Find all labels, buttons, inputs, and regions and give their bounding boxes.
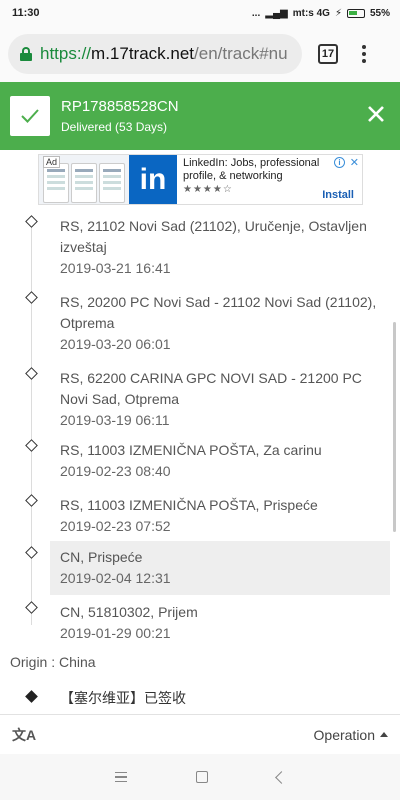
url-host: m.17track.net: [91, 44, 195, 63]
delivery-status: Delivered (53 Days): [61, 120, 168, 134]
timeline-marker-icon: [25, 367, 38, 380]
tracking-number: RP178858528CN: [61, 98, 179, 115]
close-icon[interactable]: [368, 105, 384, 127]
clock: 11:30: [12, 7, 40, 19]
carrier-label: mt:s 4G: [292, 7, 330, 19]
event-date: 2019-03-20 06:01: [60, 336, 171, 352]
origin-event-description: 【塞尔维亚】已签收: [60, 691, 186, 707]
url-path: /en/track#nu: [194, 44, 288, 63]
back-icon[interactable]: [274, 770, 288, 784]
timeline-marker-icon: [25, 546, 38, 559]
tracking-event: RS, 21102 Novi Sad (21102), Uručenje, Os…: [50, 210, 390, 285]
notification-dots: ...: [251, 7, 261, 19]
url-scheme: https://: [40, 44, 92, 63]
timeline-marker-icon: [25, 601, 38, 614]
timeline-marker-icon: [25, 494, 38, 507]
operation-button[interactable]: Operation: [314, 727, 388, 743]
event-date: 2019-02-23 08:40: [60, 463, 171, 479]
page-scrollbar[interactable]: [393, 322, 396, 532]
signal-icon: ▂▄▆: [265, 7, 288, 19]
timeline-line: [31, 220, 32, 625]
linkedin-logo-icon: in: [129, 155, 177, 204]
event-description: RS, 21102 Novi Sad (21102), Uručenje, Os…: [60, 218, 367, 255]
timeline-marker-filled-icon: [25, 690, 38, 703]
ad-label: Ad: [43, 156, 61, 168]
recents-menu-icon[interactable]: [114, 771, 127, 783]
origin-label: Origin : China: [10, 654, 96, 670]
address-bar[interactable]: https:// m.17track.net /en/track#nu: [8, 34, 302, 74]
browser-menu-icon[interactable]: [356, 45, 372, 63]
tracking-event: RS, 11003 IZMENIČNA POŠTA, Za carinu 201…: [50, 434, 390, 488]
lock-icon: [20, 47, 32, 61]
event-description: CN, 51810302, Prijem: [60, 604, 198, 620]
browser-toolbar: https:// m.17track.net /en/track#nu 17: [0, 26, 400, 82]
event-date: 2019-02-04 12:31: [60, 570, 171, 586]
tracking-event: RS, 20200 PC Novi Sad - 21102 Novi Sad (…: [50, 286, 390, 361]
ad-title: LinkedIn: Jobs, professional profile, & …: [183, 157, 320, 182]
event-description: RS, 11003 IZMENIČNA POŠTA, Prispeće: [60, 497, 318, 513]
event-date: 2019-02-23 07:52: [60, 518, 171, 534]
ad-install-button[interactable]: Install: [322, 189, 354, 201]
charging-icon: ⚡: [334, 7, 342, 19]
status-icons: ... ▂▄▆ mt:s 4G ⚡ 55%: [252, 8, 390, 19]
system-navigation-bar: [0, 754, 400, 800]
status-bar: 11:30 ... ▂▄▆ mt:s 4G ⚡ 55%: [0, 0, 400, 26]
timeline-marker-icon: [25, 439, 38, 452]
tracking-event-highlighted: CN, Prispeće 2019-02-04 12:31: [50, 541, 390, 595]
caret-up-icon: [380, 732, 388, 737]
ad-close-icon[interactable]: ✕: [350, 156, 359, 169]
event-date: 2019-01-29 00:21: [60, 625, 171, 641]
tracking-header: RP178858528CN Delivered (53 Days): [0, 82, 400, 150]
timeline-marker-icon: [25, 291, 38, 304]
timeline-marker-icon: [25, 215, 38, 228]
tab-switcher-button[interactable]: 17: [318, 44, 338, 64]
battery-icon: [346, 8, 365, 18]
event-date: 2019-03-19 06:11: [60, 412, 170, 428]
event-description: CN, Prispeće: [60, 549, 143, 565]
bottom-toolbar: 文A Operation: [0, 714, 400, 754]
event-description: RS, 20200 PC Novi Sad - 21102 Novi Sad (…: [60, 294, 377, 331]
check-icon: [10, 96, 50, 136]
ad-screenshots: Ad: [39, 155, 129, 204]
ad-banner[interactable]: Ad in LinkedIn: Jobs, professional profi…: [38, 154, 363, 205]
ad-info-icon[interactable]: i: [334, 157, 345, 168]
home-icon[interactable]: [195, 771, 208, 783]
event-description: RS, 62200 CARINA GPC NOVI SAD - 21200 PC…: [60, 370, 362, 407]
translate-icon[interactable]: 文A: [12, 725, 36, 745]
event-description: RS, 11003 IZMENIČNA POŠTA, Za carinu: [60, 442, 322, 458]
tracking-event: CN, 51810302, Prijem 2019-01-29 00:21: [50, 596, 390, 650]
tracking-event: RS, 11003 IZMENIČNA POŠTA, Prispeće 2019…: [50, 489, 390, 543]
event-date: 2019-03-21 16:41: [60, 260, 171, 276]
operation-label: Operation: [313, 726, 375, 743]
battery-percent: 55%: [369, 7, 390, 19]
tracking-event: RS, 62200 CARINA GPC NOVI SAD - 21200 PC…: [50, 362, 390, 437]
